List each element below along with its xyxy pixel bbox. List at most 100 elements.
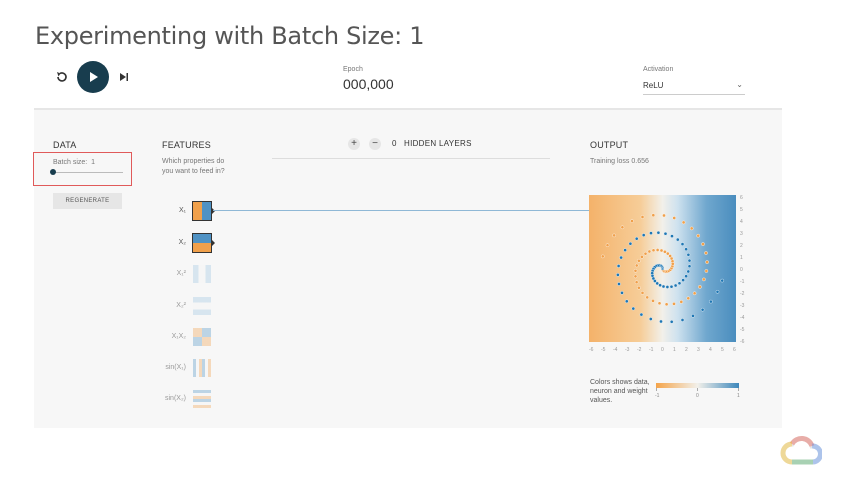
legend-description: Colors shows data, neuron and weight val… xyxy=(590,379,650,404)
feature-node[interactable] xyxy=(193,359,211,377)
orange-data-point xyxy=(633,274,638,279)
batch-size-slider-track[interactable] xyxy=(53,172,123,173)
orange-data-point xyxy=(634,263,639,268)
blue-data-point xyxy=(681,278,685,282)
blue-data-point xyxy=(628,241,633,246)
add-layer-button[interactable]: + xyxy=(348,138,360,150)
blue-data-point xyxy=(659,319,663,324)
feature-label: X₁X₂ xyxy=(171,333,186,340)
blue-data-point xyxy=(617,282,621,286)
y-tick-label: 0 xyxy=(740,267,743,273)
activation-label: Activation xyxy=(643,66,674,73)
legend-tick-mark xyxy=(656,388,657,391)
orange-data-point xyxy=(600,254,605,259)
blue-data-point xyxy=(625,299,629,304)
y-tick-label: -3 xyxy=(740,303,745,309)
x-tick-label: 6 xyxy=(733,347,736,353)
feature-node[interactable] xyxy=(192,201,212,221)
orange-data-point xyxy=(701,242,705,246)
orange-data-point xyxy=(686,296,691,301)
orange-data-point xyxy=(620,225,625,230)
page-title: Experimenting with Batch Size: 1 xyxy=(35,22,425,50)
blue-data-point xyxy=(669,284,674,289)
x-tick-label: 4 xyxy=(709,347,712,353)
feature-node[interactable] xyxy=(192,233,212,253)
blue-data-point xyxy=(686,269,691,274)
orange-data-point xyxy=(651,299,655,303)
y-tick-label: 6 xyxy=(740,195,743,201)
orange-data-point xyxy=(679,300,684,304)
activation-select[interactable]: ReLU ⌄ xyxy=(643,78,745,95)
legend-tick-high: 1 xyxy=(737,393,740,399)
blue-data-point xyxy=(639,312,644,317)
step-button[interactable] xyxy=(118,71,130,83)
orange-data-point xyxy=(605,243,610,248)
blue-data-point xyxy=(619,255,623,260)
orange-data-point xyxy=(655,248,660,252)
weight-connection[interactable] xyxy=(213,210,589,211)
feature-label: sin(X₂) xyxy=(165,395,186,402)
x-tick-label: 0 xyxy=(661,347,664,353)
x-tick-label: 2 xyxy=(685,347,688,353)
x-tick-label: 1 xyxy=(673,347,676,353)
regenerate-button[interactable]: REGENERATE xyxy=(53,193,122,209)
y-tick-label: 5 xyxy=(740,207,743,213)
orange-data-point xyxy=(651,248,656,253)
reset-icon xyxy=(57,72,67,82)
y-tick-label: -6 xyxy=(740,339,745,345)
blue-data-point xyxy=(669,320,674,324)
blue-data-point xyxy=(680,242,685,246)
orange-data-point xyxy=(640,291,645,295)
hidden-layer-count: 0 xyxy=(392,139,397,148)
x-tick-label: -5 xyxy=(601,347,606,353)
google-cloud-logo xyxy=(780,436,822,465)
y-tick-label: 2 xyxy=(740,243,743,249)
feature-node[interactable] xyxy=(193,328,211,346)
y-tick-label: -5 xyxy=(740,327,745,333)
blue-data-point xyxy=(687,258,692,263)
blue-data-point xyxy=(676,237,680,242)
orange-data-point xyxy=(633,269,638,273)
feature-label: X₂ xyxy=(178,239,186,246)
batch-size-slider-thumb[interactable] xyxy=(50,169,56,175)
reset-button[interactable] xyxy=(55,70,69,84)
divider xyxy=(272,158,550,159)
activation-value: ReLU xyxy=(643,81,664,90)
output-header: OUTPUT xyxy=(590,140,629,150)
orange-data-point xyxy=(662,213,666,218)
feature-node[interactable] xyxy=(193,390,211,408)
play-button[interactable] xyxy=(77,61,109,93)
orange-data-point xyxy=(657,301,662,306)
legend-tick-mark xyxy=(697,388,698,391)
y-tick-label: -1 xyxy=(740,279,745,285)
orange-data-point xyxy=(704,269,709,273)
orange-data-point xyxy=(696,233,700,238)
blue-data-point xyxy=(709,299,713,304)
blue-data-point xyxy=(616,273,620,277)
x-tick-label: -1 xyxy=(649,347,654,353)
feature-label: X₁ xyxy=(178,207,186,214)
orange-data-point xyxy=(634,280,639,284)
y-tick-label: 3 xyxy=(740,231,743,237)
hidden-layers-label: HIDDEN LAYERS xyxy=(404,139,472,148)
blue-data-point xyxy=(658,283,662,287)
step-forward-icon xyxy=(120,73,128,81)
feature-label: X₂² xyxy=(176,302,186,309)
blue-data-point xyxy=(661,284,666,289)
training-loss: Training loss 0.656 xyxy=(590,158,649,165)
x-tick-label: 3 xyxy=(697,347,700,353)
orange-data-point xyxy=(672,216,676,220)
orange-data-point xyxy=(681,220,686,225)
blue-data-point xyxy=(686,253,691,257)
epoch-label: Epoch xyxy=(343,66,363,73)
blue-data-point xyxy=(684,274,688,278)
orange-data-point xyxy=(704,251,708,255)
feature-node[interactable] xyxy=(193,297,211,315)
feature-node[interactable] xyxy=(193,265,211,283)
remove-layer-button[interactable]: − xyxy=(369,138,381,150)
orange-data-point xyxy=(637,286,641,290)
orange-data-point xyxy=(664,302,669,307)
orange-data-point xyxy=(643,251,648,256)
blue-data-point xyxy=(673,283,678,288)
spiral-data-points xyxy=(600,213,724,324)
